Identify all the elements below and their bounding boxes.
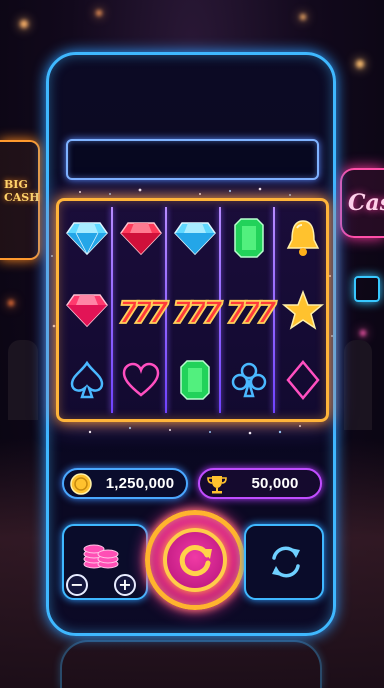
win-counter: 50,000 (198, 468, 322, 499)
bet-decrease-button[interactable]: − (66, 574, 88, 596)
reel-cell-triple-seven: 777 (115, 279, 170, 341)
blue-diamond-icon (174, 222, 216, 256)
background-person (8, 340, 38, 420)
win-value: 50,000 (251, 475, 299, 492)
reel-cell-club (223, 349, 275, 411)
triple-seven-icon: 777 (225, 295, 278, 332)
reel-cell-red-gem (115, 207, 167, 269)
neon-sign-left-text: BIG CASH (4, 178, 40, 204)
blue-diamond-icon (66, 222, 108, 256)
balance-value: 1,250,000 (105, 475, 175, 492)
slot-reels: 777 777 777 (56, 198, 329, 422)
reel-cell-gold-star (277, 279, 329, 341)
heart-icon (122, 362, 160, 397)
reel-cell-spade (61, 349, 113, 411)
phone-reflection (60, 640, 322, 688)
svg-text:7: 7 (202, 296, 223, 331)
reel-cell-blue-diamond (169, 207, 221, 269)
gold-star-icon (281, 289, 325, 330)
diamond-suit-icon (286, 360, 320, 400)
triple-seven-icon: 777 (171, 295, 224, 332)
trophy-icon (204, 471, 230, 497)
reel-cell-blue-diamond (61, 207, 113, 269)
reel-cell-green-emerald (169, 349, 221, 411)
background-person (344, 340, 372, 430)
green-emerald-icon (180, 360, 210, 400)
svg-text:7: 7 (256, 296, 277, 331)
neon-sign-right: Casi (340, 168, 384, 238)
bet-panel: − + (62, 524, 148, 600)
autospin-icon (268, 542, 304, 586)
reel-cell-diamond-suit (277, 349, 329, 411)
coin-icon (68, 471, 94, 497)
club-icon (231, 362, 267, 398)
svg-text:7: 7 (148, 296, 169, 331)
reel-cell-triple-seven: 777 (169, 279, 224, 341)
reel-cell-red-diamond (61, 279, 113, 341)
neon-sign-right-text: Casi (348, 190, 384, 216)
neon-sign-blue (354, 276, 380, 302)
reel-cell-triple-seven: 777 (223, 279, 278, 341)
bet-increase-button[interactable]: + (114, 574, 136, 596)
coin-stack-icon (82, 536, 120, 574)
red-gem-icon (120, 222, 162, 256)
reel-cell-gold-bell (277, 207, 329, 269)
reel-cell-green-emerald (223, 207, 275, 269)
gold-bell-icon (286, 220, 320, 256)
triple-seven-icon: 777 (117, 295, 170, 332)
spin-icon (174, 539, 216, 585)
spade-icon (70, 360, 104, 399)
green-emerald-icon (234, 218, 264, 258)
balance-counter: 1,250,000 (62, 468, 188, 499)
spin-button[interactable] (145, 510, 245, 610)
red-diamond-icon (66, 294, 108, 328)
autospin-button[interactable] (244, 524, 324, 600)
neon-sign-left: BIG CASH (0, 140, 40, 260)
reel-cell-heart (115, 349, 167, 411)
title-bar (66, 139, 319, 180)
